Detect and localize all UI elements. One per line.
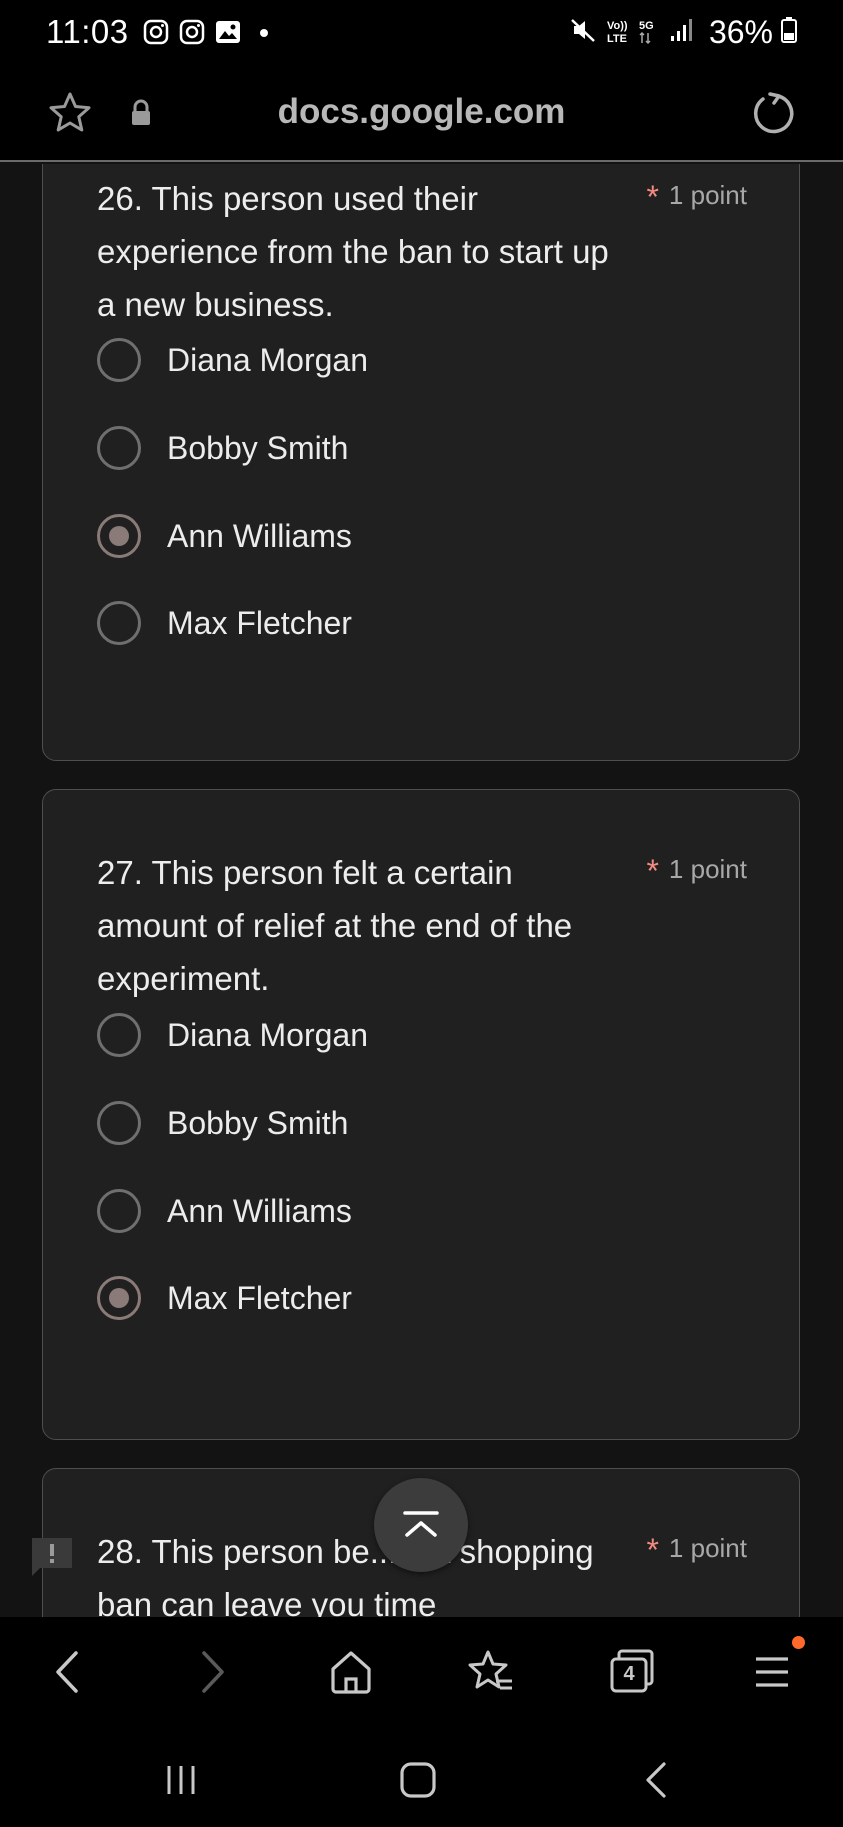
home-icon[interactable] [327,1647,375,1702]
browser-toolbar: 4 [0,1617,843,1732]
system-back-icon[interactable] [642,1760,670,1805]
radio-option[interactable]: Diana Morgan [97,335,368,385]
svg-text:LTE: LTE [607,33,627,45]
svg-text:Vo)): Vo)) [607,20,628,32]
required-marker: * [646,1532,659,1568]
bookmarks-icon[interactable] [466,1647,516,1702]
question-title: 26. This person used their experience fr… [97,180,609,323]
url-domain[interactable]: docs.google.com [0,92,843,132]
tab-count: 4 [623,1663,635,1685]
forward-icon[interactable] [192,1647,232,1702]
recent-apps-icon[interactable] [163,1762,199,1803]
instagram-icon [143,19,169,45]
option-label: Max Fletcher [167,1279,352,1316]
instagram-icon [179,19,205,45]
scroll-to-top-button[interactable] [374,1478,468,1572]
radio-button-checked[interactable] [97,514,141,558]
form-content: 26. This person used their experience fr… [0,164,843,1617]
radio-button-checked[interactable] [97,1276,141,1320]
back-icon[interactable] [48,1647,88,1702]
home-button-icon[interactable] [398,1760,438,1805]
radio-button[interactable] [97,1013,141,1057]
option-label: Bobby Smith [167,429,349,466]
radio-button[interactable] [97,338,141,382]
radio-option[interactable]: Diana Morgan [97,1010,368,1060]
tabs-button[interactable]: 4 [608,1647,656,1702]
question-title: 27. This person felt a certain amount of… [97,854,573,997]
question-points: * 1 point [646,1532,747,1568]
radio-button[interactable] [97,1189,141,1233]
radio-option-selected[interactable]: Max Fletcher [97,1273,352,1323]
radio-button[interactable] [97,601,141,645]
radio-option[interactable]: Bobby Smith [97,423,348,473]
question-card-26: 26. This person used their experience fr… [42,164,800,761]
option-label: Max Fletcher [167,604,352,641]
menu-notification-badge [792,1636,805,1649]
option-label: Bobby Smith [167,1104,349,1141]
gallery-icon [215,19,241,45]
feedback-icon[interactable] [28,1534,76,1585]
option-label: Diana Morgan [167,1016,368,1053]
menu-icon[interactable] [752,1647,792,1702]
radio-option[interactable]: Ann Williams [97,1186,352,1236]
option-label: Ann Williams [167,1192,352,1229]
radio-button[interactable] [97,426,141,470]
radio-option[interactable]: Max Fletcher [97,598,352,648]
mute-icon [569,16,597,49]
signal-icon [669,16,695,49]
battery-percent: 36% [708,13,773,50]
question-card-27: 27. This person felt a certain amount of… [42,789,800,1440]
system-nav-bar [0,1732,843,1827]
reload-icon[interactable] [750,90,796,141]
network-indicator: Vo)) LTE 5G [605,17,661,47]
question-points: * 1 point [646,179,747,215]
status-bar: 11:03 Vo)) LTE 5G 36% [0,0,843,64]
radio-option[interactable]: Bobby Smith [97,1098,348,1148]
browser-url-bar: docs.google.com [0,64,843,162]
radio-button[interactable] [97,1101,141,1145]
radio-option-selected[interactable]: Ann Williams [97,511,352,561]
option-label: Diana Morgan [167,341,368,378]
notification-dot-icon [251,19,277,45]
required-marker: * [646,853,659,889]
status-time: 11:03 [46,13,129,50]
question-title: 28. This person be... s a shopping ban c… [97,1533,594,1617]
chevron-up-icon [403,1511,439,1537]
option-label: Ann Williams [167,517,352,554]
question-points: * 1 point [646,853,747,889]
svg-text:5G: 5G [639,20,654,32]
required-marker: * [646,179,659,215]
battery-icon [781,16,797,49]
